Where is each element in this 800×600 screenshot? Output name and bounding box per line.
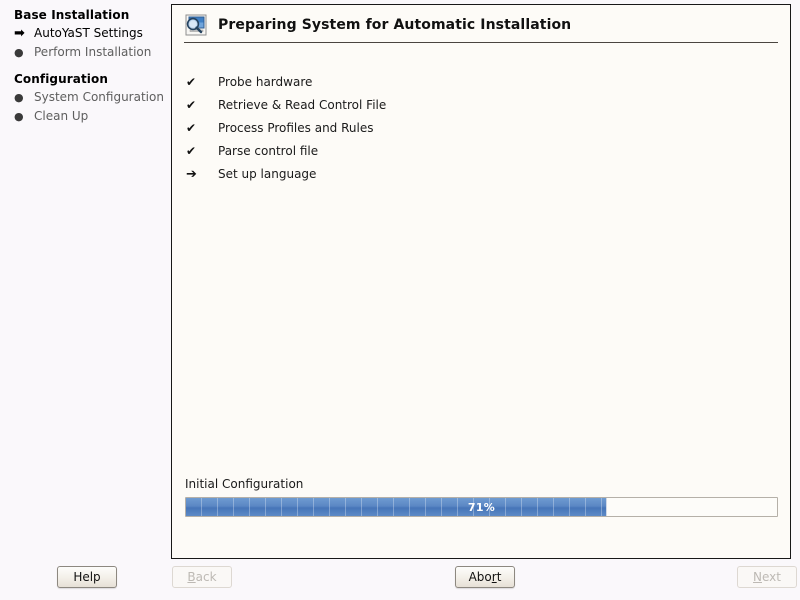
main-content-panel: Preparing System for Automatic Installat… (171, 4, 791, 559)
check-icon: ✔ (186, 98, 197, 112)
sidebar-item-system-configuration[interactable]: ● System Configuration (14, 89, 171, 106)
sidebar-item-label: Clean Up (34, 109, 89, 123)
current-task-arrow-icon: ➔ (186, 167, 197, 182)
progress-percent-label: 71% (467, 500, 496, 514)
sidebar-item-perform-installation[interactable]: ● Perform Installation (14, 44, 171, 61)
checklist-item-process-profiles-and-rules: ✔ Process Profiles and Rules (186, 117, 790, 140)
progress-bar: 71% (185, 497, 778, 517)
checklist-item-label: Probe hardware (218, 75, 313, 89)
steps-group-title: Configuration (14, 72, 109, 86)
bullet-icon: ● (14, 46, 24, 59)
sidebar-item-autoyast-settings[interactable]: ➡ AutoYaST Settings (14, 25, 171, 42)
abort-button-label: Abort (468, 570, 502, 584)
check-icon: ✔ (186, 121, 197, 135)
page-title: Preparing System for Automatic Installat… (218, 17, 572, 33)
back-button-label: Back (187, 570, 217, 584)
check-icon: ✔ (186, 144, 197, 158)
title-separator (184, 42, 778, 43)
installation-task-checklist: ✔ Probe hardware ✔ Retrieve & Read Contr… (186, 71, 790, 186)
sidebar-item-label: AutoYaST Settings (34, 26, 143, 40)
checklist-item-set-up-language: ➔ Set up language (186, 163, 790, 186)
help-button[interactable]: Help (57, 566, 117, 588)
next-button[interactable]: Next (737, 566, 797, 588)
progress-area: Initial Configuration 71% (185, 477, 778, 517)
abort-button[interactable]: Abort (455, 566, 515, 588)
checklist-item-label: Parse control file (218, 144, 319, 158)
steps-group-base-installation: Base Installation ➡ AutoYaST Settings ● … (14, 8, 171, 61)
checklist-item-label: Process Profiles and Rules (218, 121, 374, 135)
checklist-item-parse-control-file: ✔ Parse control file (186, 140, 790, 163)
sidebar-item-clean-up[interactable]: ● Clean Up (14, 108, 171, 125)
steps-group-configuration: Configuration ● System Configuration ● C… (14, 72, 171, 125)
sidebar-item-label: Perform Installation (34, 45, 152, 59)
dialog-button-bar: Help Back Abort Next (0, 566, 800, 600)
progress-stage-label: Initial Configuration (185, 477, 304, 491)
installation-steps-sidebar: Base Installation ➡ AutoYaST Settings ● … (0, 0, 171, 600)
sidebar-item-label: System Configuration (34, 90, 164, 104)
checklist-item-probe-hardware: ✔ Probe hardware (186, 71, 790, 94)
current-step-arrow-icon: ➡ (14, 26, 25, 41)
bullet-icon: ● (14, 110, 24, 123)
panel-header: Preparing System for Automatic Installat… (172, 5, 790, 37)
bullet-icon: ● (14, 91, 24, 104)
next-button-label: Next (753, 570, 781, 584)
back-button[interactable]: Back (172, 566, 232, 588)
checklist-item-retrieve-read-control-file: ✔ Retrieve & Read Control File (186, 94, 790, 117)
monitor-magnifier-icon (184, 13, 208, 37)
check-icon: ✔ (186, 75, 197, 89)
checklist-item-label: Retrieve & Read Control File (218, 98, 387, 112)
steps-group-title: Base Installation (14, 8, 130, 22)
help-button-label: Help (73, 570, 101, 584)
checklist-item-label: Set up language (218, 167, 317, 181)
